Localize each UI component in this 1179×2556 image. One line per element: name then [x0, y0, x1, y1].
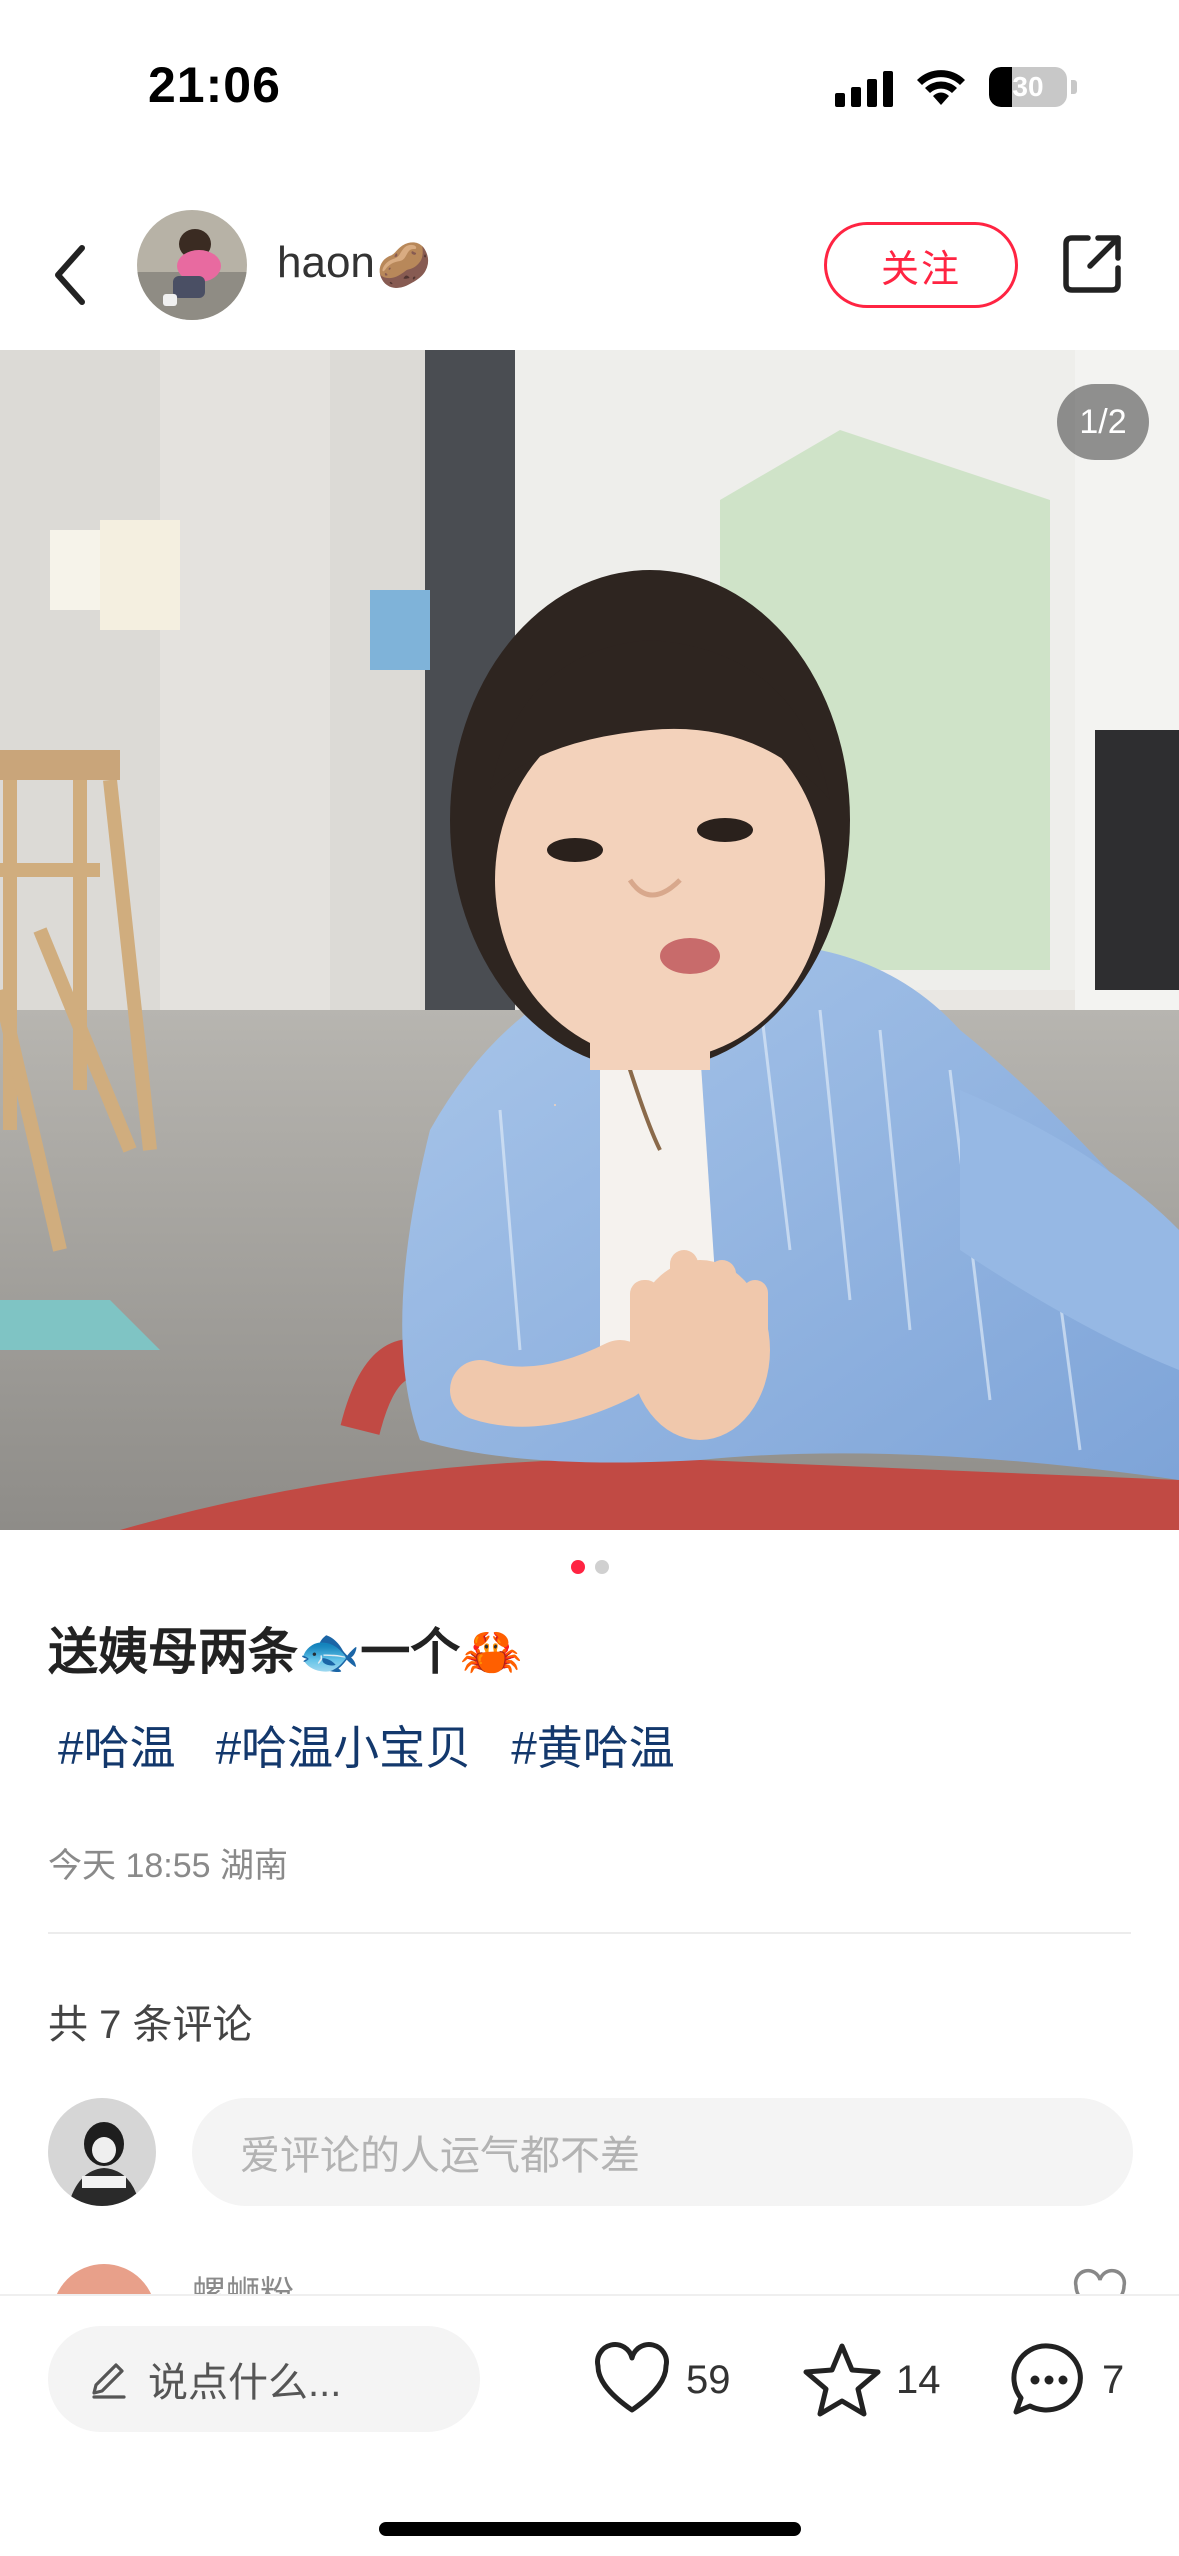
follow-button[interactable]: 关注	[824, 222, 1018, 308]
commenter-avatar[interactable]	[52, 2264, 156, 2296]
post-header: haon🥔 关注	[0, 200, 1179, 350]
comment-like-icon[interactable]	[1072, 2268, 1128, 2296]
divider	[48, 1932, 1131, 1934]
wifi-icon	[917, 70, 965, 105]
status-bar: 21:06 30	[0, 0, 1179, 170]
post-photo-image	[0, 350, 1179, 1530]
post-photo[interactable]: 1/2	[0, 350, 1179, 1530]
comment-list-item: 螺蛳粉	[0, 2262, 1179, 2296]
signal-icon	[835, 67, 893, 107]
potato-emoji: 🥔	[376, 241, 432, 291]
commenter-name[interactable]: 螺蛳粉	[192, 2266, 294, 2296]
author-avatar[interactable]	[137, 210, 247, 320]
carousel-dot	[594, 1560, 609, 1574]
status-time: 21:06	[148, 57, 281, 113]
hashtag[interactable]: #黄哈温	[511, 1712, 675, 1778]
post-title: 送姨母两条🐟一个🦀	[48, 1624, 523, 1680]
bottom-action-bar: 说点什么... 59 14 7	[0, 2294, 1179, 2556]
share-icon[interactable]	[1058, 230, 1126, 298]
battery-level: 30	[1012, 71, 1044, 102]
heart-icon	[595, 2342, 669, 2413]
hashtag-list: #哈温 #哈温小宝贝 #黄哈温	[58, 1712, 675, 1778]
collect-count: 14	[896, 2357, 941, 2402]
collect-button[interactable]: 14	[802, 2338, 941, 2422]
pencil-icon	[92, 2363, 126, 2399]
comment-bubble-icon	[1011, 2343, 1083, 2415]
status-icons: 30	[835, 62, 1077, 112]
chevron-left-icon[interactable]	[42, 230, 102, 320]
comment-count: 7	[1102, 2357, 1125, 2402]
say-something-label: 说点什么...	[148, 2361, 342, 2405]
say-something-input[interactable]: 说点什么...	[48, 2326, 480, 2432]
post-time-location: 今天 18:55 湖南	[48, 1847, 288, 1885]
battery-cap	[1071, 80, 1077, 94]
like-count: 59	[686, 2357, 731, 2402]
star-icon	[803, 2343, 881, 2417]
like-button[interactable]: 59	[592, 2338, 731, 2422]
author-username[interactable]: haon🥔	[277, 238, 432, 291]
hashtag[interactable]: #哈温	[58, 1712, 176, 1778]
page-indicator: 1/2	[1057, 384, 1149, 460]
my-avatar	[48, 2098, 156, 2206]
username-text: haon	[277, 238, 375, 287]
hashtag[interactable]: #哈温小宝贝	[216, 1712, 472, 1778]
comments-count: 共 7 条评论	[48, 2003, 253, 2047]
comment-input[interactable]: 爱评论的人运气都不差	[192, 2098, 1133, 2206]
carousel-dot-active	[570, 1560, 585, 1574]
carousel-dots	[0, 1560, 1179, 1574]
home-indicator[interactable]	[379, 2522, 801, 2536]
battery-icon: 30	[989, 67, 1067, 107]
comment-button[interactable]: 7	[1008, 2338, 1124, 2422]
